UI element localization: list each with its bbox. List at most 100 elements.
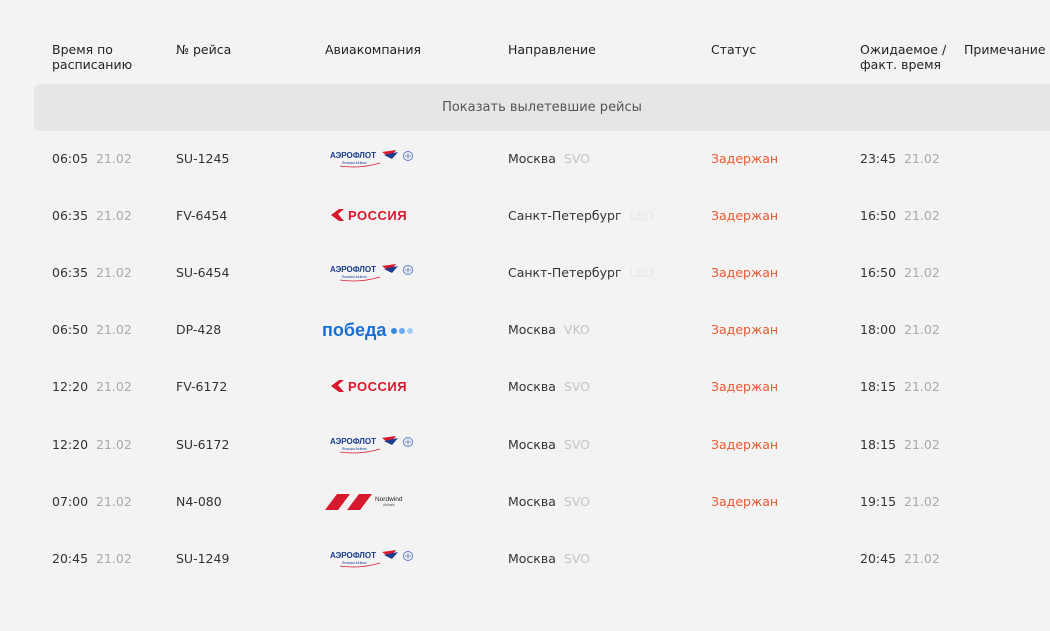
header-scheduled-line1: Время по: [52, 42, 113, 57]
destination-cell: Санкт-Петербург LED: [508, 265, 654, 281]
header-scheduled-time: Время по расписанию: [52, 42, 132, 72]
scheduled-time: 12:20: [52, 379, 89, 394]
pobeda-logo-icon: победа: [322, 320, 413, 340]
actual-time: 19:15: [860, 494, 897, 509]
rossiya-logo-icon: РОССИЯ: [331, 208, 407, 223]
scheduled-cell: 12:20 21.02: [52, 437, 132, 453]
flight-row[interactable]: 06:50 21.02 DP-428 победа Москва VKO Задержан 1…: [0, 302, 1050, 359]
aeroflot-logo: АЭРОФЛОТ Russian Airlines: [330, 550, 420, 574]
scheduled-date: 21.02: [96, 437, 132, 452]
nordwind-mark-right: [347, 494, 372, 510]
aeroflot-logo-sub: Russian Airlines: [342, 275, 367, 279]
actual-date: 21.02: [904, 379, 940, 394]
skyteam-icon-mark: [405, 553, 411, 559]
aeroflot-logo-sub: Russian Airlines: [342, 561, 367, 565]
flight-row[interactable]: 06:05 21.02 SU-1245 АЭРОФЛОТ Russian Airline…: [0, 131, 1050, 188]
scheduled-time: 06:35: [52, 265, 89, 280]
scheduled-date: 21.02: [96, 551, 132, 566]
flight-row[interactable]: 06:35 21.02 FV-6454 РОССИЯ Санкт-Петербург LE…: [0, 188, 1050, 245]
aeroflot-logo-sub: Russian Airlines: [342, 447, 367, 451]
status-badge: Задержан: [711, 265, 779, 280]
actual-time: 20:45: [860, 551, 897, 566]
destination-city: Москва: [508, 437, 556, 452]
scheduled-date: 21.02: [96, 322, 132, 337]
airport-code: SVO: [563, 437, 590, 452]
status-badge: Задержан: [711, 379, 779, 394]
actual-date: 21.02: [904, 494, 940, 509]
airport-code: SVO: [563, 494, 590, 509]
header-airline: Авиакомпания: [325, 42, 421, 57]
actual-date: 21.02: [904, 265, 940, 280]
show-departed-button[interactable]: Показать вылетевшие рейсы: [34, 84, 1050, 131]
destination-cell: Москва VKO: [508, 322, 590, 338]
airport-code: SVO: [563, 151, 590, 166]
scheduled-time: 12:20: [52, 437, 89, 452]
actual-time: 16:50: [860, 208, 897, 223]
rossiya-logo: РОССИЯ: [330, 208, 420, 228]
status-badge: Задержан: [711, 494, 779, 509]
nordwind-logo-name: Nordwind: [375, 496, 403, 503]
actual-cell: 19:15 21.02: [860, 494, 940, 510]
aeroflot-logo-name: АЭРОФЛОТ: [330, 437, 376, 446]
destination-cell: Москва SVO: [508, 494, 590, 510]
aeroflot-logo-icon: АЭРОФЛОТRussian Airlines: [330, 264, 413, 282]
actual-date: 21.02: [904, 208, 940, 223]
rossiya-logo-name: РОССИЯ: [348, 208, 407, 223]
destination-city: Санкт-Петербург: [508, 208, 622, 223]
actual-time: 18:15: [860, 437, 897, 452]
actual-time: 18:00: [860, 322, 897, 337]
aeroflot-logo-sub: Russian Airlines: [342, 161, 367, 165]
destination-city: Москва: [508, 379, 556, 394]
nordwind-logo-icon: NordwindAirlines: [325, 494, 403, 510]
flight-number: FV-6454: [176, 208, 228, 223]
scheduled-time: 20:45: [52, 551, 89, 566]
flight-row[interactable]: 06:35 21.02 SU-6454 АЭРОФЛОТ Russian Airline…: [0, 245, 1050, 302]
destination-cell: Москва SVO: [508, 551, 590, 567]
destination-cell: Москва SVO: [508, 437, 590, 453]
actual-date: 21.02: [904, 437, 940, 452]
header-status: Статус: [711, 42, 757, 57]
status-badge: Задержан: [711, 208, 779, 223]
flight-row[interactable]: 12:20 21.02 FV-6172 РОССИЯ Москва SVO Задержан…: [0, 359, 1050, 416]
skyteam-icon-mark: [405, 267, 411, 273]
actual-date: 21.02: [904, 551, 940, 566]
scheduled-date: 21.02: [96, 265, 132, 280]
aeroflot-logo: АЭРОФЛОТ Russian Airlines: [330, 436, 420, 460]
flight-number: DP-428: [176, 322, 222, 337]
destination-city: Москва: [508, 551, 556, 566]
destination-city: Санкт-Петербург: [508, 265, 622, 280]
scheduled-date: 21.02: [96, 208, 132, 223]
aeroflot-logo-icon: АЭРОФЛОТRussian Airlines: [330, 150, 413, 168]
header-destination: Направление: [508, 42, 596, 57]
destination-city: Москва: [508, 322, 556, 337]
aeroflot-logo: АЭРОФЛОТ Russian Airlines: [330, 150, 420, 174]
flight-row[interactable]: 07:00 21.02 N4-080 Nordwind Airlines Москва SV…: [0, 474, 1050, 531]
skyteam-icon-mark: [405, 153, 411, 159]
actual-cell: 18:15 21.02: [860, 437, 940, 453]
scheduled-time: 06:50: [52, 322, 89, 337]
actual-time: 16:50: [860, 265, 897, 280]
airport-code: SVO: [563, 379, 590, 394]
destination-city: Москва: [508, 494, 556, 509]
aeroflot-logo-name: АЭРОФЛОТ: [330, 151, 376, 160]
destination-cell: Москва SVO: [508, 379, 590, 395]
status-badge: Задержан: [711, 437, 779, 452]
flight-number: SU-1249: [176, 551, 230, 566]
actual-time: 23:45: [860, 151, 897, 166]
nordwind-mark-left: [325, 494, 350, 510]
header-flight-number: № рейса: [176, 42, 232, 57]
header-actual-line2: факт. время: [860, 57, 942, 72]
pobeda-logo-name: победа: [322, 320, 387, 340]
nordwind-logo-sub: Airlines: [383, 503, 395, 507]
header-actual-line1: Ожидаемое /: [860, 42, 947, 57]
rossiya-logo: РОССИЯ: [330, 379, 420, 399]
flight-number: FV-6172: [176, 379, 228, 394]
destination-cell: Москва SVO: [508, 151, 590, 167]
flight-row[interactable]: 12:20 21.02 SU-6172 АЭРОФЛОТ Russian Airline…: [0, 417, 1050, 474]
pobeda-dot: [399, 328, 405, 334]
flights-table-header: Время по расписанию № рейса Авиакомпания…: [0, 40, 1050, 80]
flight-row[interactable]: 20:45 21.02 SU-1249 АЭРОФЛОТ Russian Airline…: [0, 531, 1050, 588]
airport-code: LED: [629, 208, 655, 223]
actual-date: 21.02: [904, 151, 940, 166]
flight-number: SU-6454: [176, 265, 230, 280]
